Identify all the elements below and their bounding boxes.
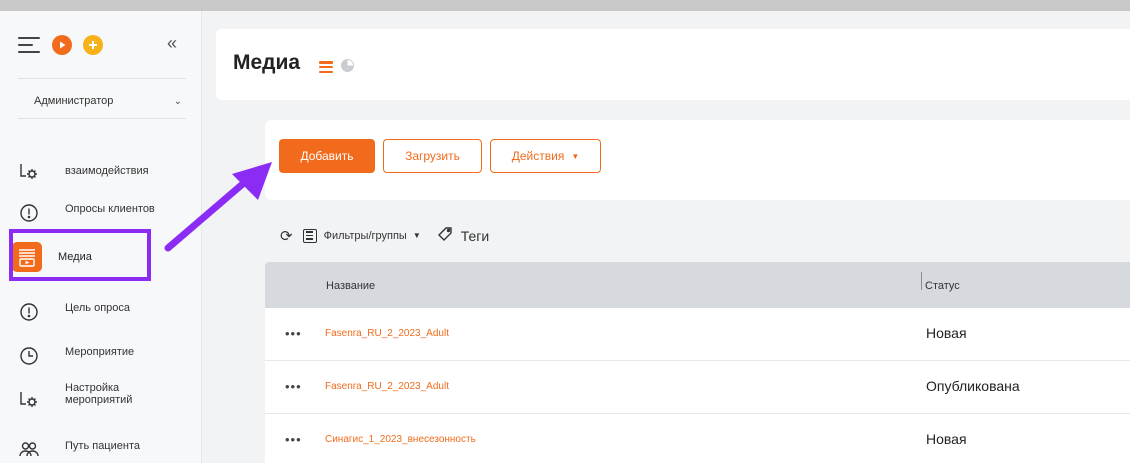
- sidebar-item-customer-surveys[interactable]: Опросы клиентов: [18, 202, 155, 224]
- list-view-icon[interactable]: [319, 61, 333, 73]
- sidebar-item-label: взаимодействия: [65, 165, 149, 177]
- table-header: Название Статус: [265, 262, 1130, 308]
- sidebar-divider: [18, 118, 186, 119]
- more-options-icon[interactable]: •••: [285, 326, 302, 341]
- caret-down-icon: ▼: [412, 231, 421, 240]
- chevron-down-icon: ⌄: [173, 95, 182, 107]
- media-table: Название Статус ••• Fasenra_RU_2_2023_Ad…: [265, 262, 1130, 463]
- column-divider[interactable]: [921, 272, 922, 290]
- top-bar: [0, 0, 1130, 11]
- highlight-box: [9, 229, 151, 281]
- sidebar-divider: [18, 78, 186, 79]
- sidebar-item-survey-goal[interactable]: Цель опроса: [18, 301, 130, 323]
- caret-down-icon: ▼: [571, 151, 580, 161]
- sidebar-logo-row: [18, 35, 103, 55]
- more-options-icon[interactable]: •••: [285, 379, 302, 394]
- add-button[interactable]: Добавить: [279, 139, 375, 173]
- media-name-link[interactable]: Fasenra_RU_2_2023_Adult: [325, 328, 449, 339]
- sidebar-item-label: Цель опроса: [65, 302, 131, 314]
- actions-label: Действия: [511, 149, 565, 163]
- add-circle-icon[interactable]: [83, 35, 103, 55]
- collapse-sidebar-icon[interactable]: «: [167, 33, 177, 54]
- more-options-icon[interactable]: •••: [285, 432, 302, 447]
- play-icon[interactable]: [52, 35, 72, 55]
- page-header: Медиа: [216, 29, 1130, 100]
- table-row: ••• Fasenra_RU_2_2023_Adult Опубликована: [265, 361, 1130, 414]
- alert-bubble-icon: [18, 202, 40, 224]
- tags-button[interactable]: Теги: [461, 228, 489, 244]
- sidebar-item-label: Опросы клиентов: [65, 203, 155, 215]
- gear-bracket-icon: [18, 388, 40, 410]
- actions-dropdown[interactable]: Действия ▼: [490, 139, 601, 173]
- sidebar-item-label: Путь пациента: [65, 440, 140, 452]
- refresh-icon[interactable]: ⟳: [280, 227, 293, 245]
- table-row: ••• Fasenra_RU_2_2023_Adult Новая: [265, 308, 1130, 361]
- tag-icon[interactable]: [437, 226, 453, 245]
- table-row: ••• Синагис_1_2023_внесезонность Новая: [265, 414, 1130, 463]
- status-text: Новая: [926, 431, 967, 447]
- filter-row: ⟳ Фильтры/группы ▼ Теги: [280, 226, 489, 245]
- column-header-status[interactable]: Статус: [925, 280, 960, 292]
- alert-bubble-icon: [18, 301, 40, 323]
- page-title: Медиа: [233, 51, 301, 74]
- sidebar-item-label: Мероприятие: [65, 346, 135, 358]
- filters-dropdown[interactable]: Фильтры/группы: [324, 230, 407, 242]
- users-icon: [18, 438, 40, 460]
- menu-icon[interactable]: [18, 37, 40, 53]
- sidebar-item-patient-path[interactable]: Путь пациента: [18, 438, 140, 460]
- sidebar-item-interactions[interactable]: взаимодействия: [18, 160, 149, 182]
- sidebar-item-label: Настройка мероприятий: [65, 382, 133, 406]
- annotation-arrow-icon: [164, 162, 272, 252]
- filter-list-icon[interactable]: [302, 228, 317, 243]
- toolbar: Добавить Загрузить Действия ▼: [265, 120, 1130, 200]
- upload-button[interactable]: Загрузить: [383, 139, 482, 173]
- sidebar-item-event-settings[interactable]: Настройка мероприятий: [18, 382, 132, 410]
- pie-chart-icon[interactable]: [341, 59, 354, 72]
- sidebar-item-event[interactable]: Мероприятие: [18, 345, 134, 367]
- media-name-link[interactable]: Fasenra_RU_2_2023_Adult: [325, 381, 449, 392]
- role-select-value: Администратор: [34, 95, 114, 107]
- gear-bracket-icon: [18, 160, 40, 182]
- role-select[interactable]: Администратор ⌄: [18, 89, 186, 113]
- status-text: Новая: [926, 325, 967, 341]
- column-header-name[interactable]: Название: [326, 280, 375, 292]
- clock-icon: [18, 345, 40, 367]
- media-name-link[interactable]: Синагис_1_2023_внесезонность: [325, 434, 476, 445]
- status-text: Опубликована: [926, 378, 1020, 394]
